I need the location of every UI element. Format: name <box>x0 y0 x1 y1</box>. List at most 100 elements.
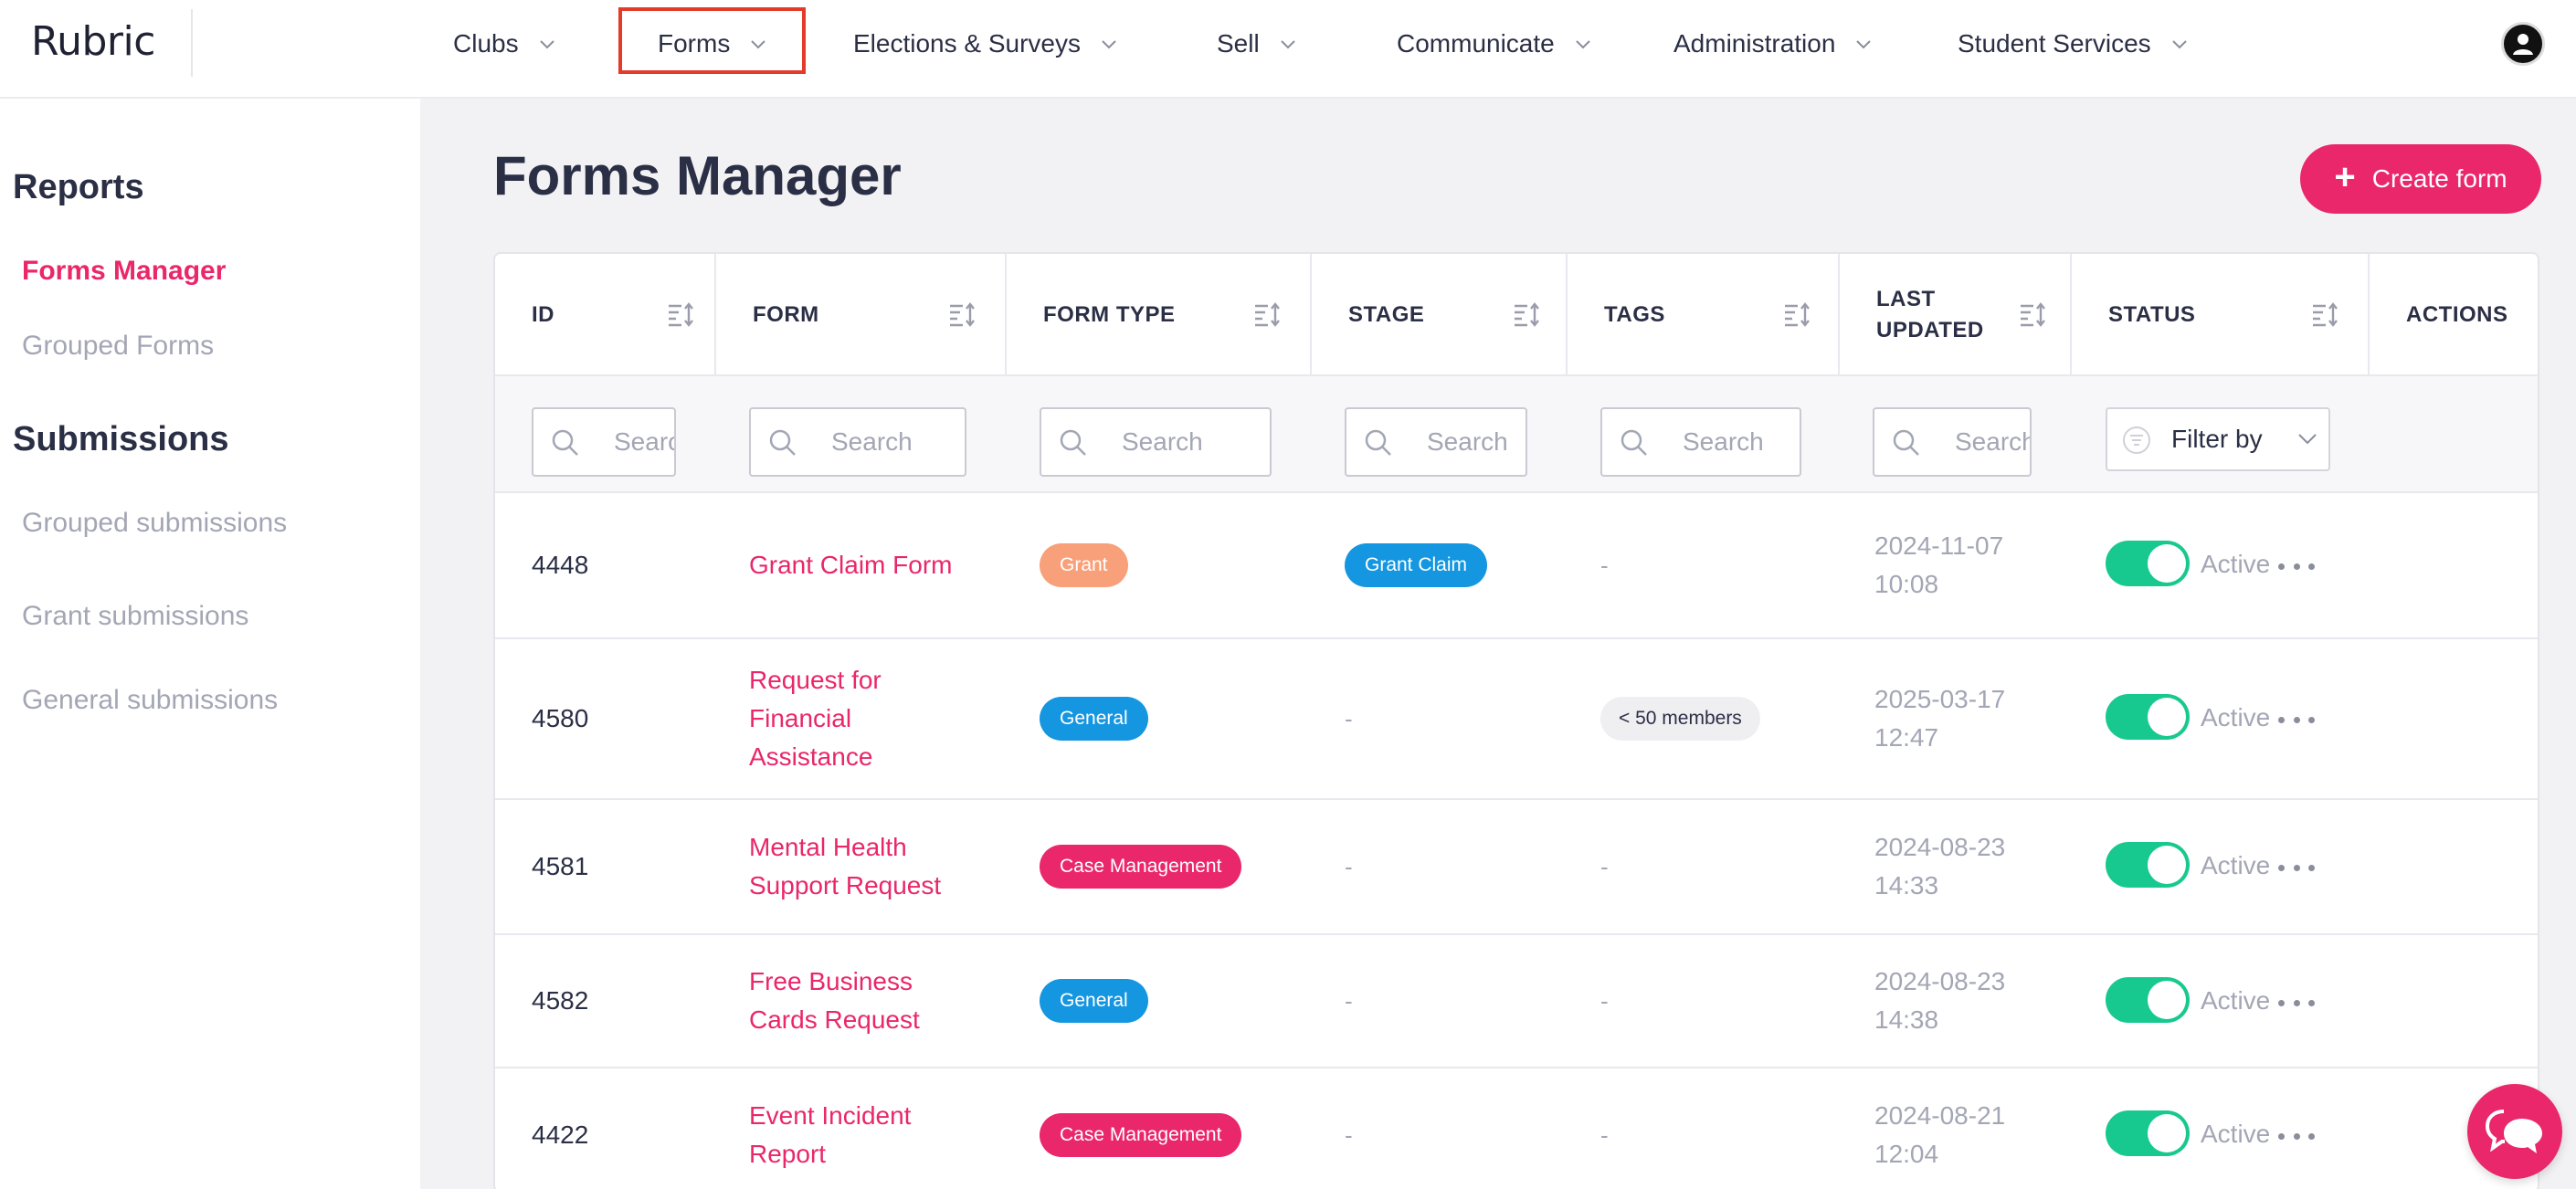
status-toggle[interactable] <box>2106 694 2190 740</box>
status-filter-select[interactable]: Filter by <box>2106 407 2330 471</box>
more-actions-icon[interactable] <box>2278 557 2315 575</box>
search-input[interactable] <box>831 409 965 475</box>
sort-icon[interactable] <box>2311 300 2340 329</box>
row-tags: < 50 members <box>1600 639 1760 798</box>
sort-icon[interactable] <box>1253 300 1283 329</box>
toggle-knob <box>2148 1114 2186 1152</box>
nav-item-clubs[interactable]: Clubs <box>453 0 555 88</box>
search-icon <box>1363 427 1394 458</box>
sidebar-heading-submissions: Submissions <box>13 420 229 458</box>
row-form-link[interactable]: Event Incident Report <box>749 1068 968 1189</box>
search-input[interactable] <box>1683 409 1800 475</box>
sidebar-item-grant-submissions[interactable]: Grant submissions <box>22 601 248 632</box>
more-actions-icon[interactable] <box>2278 994 2315 1012</box>
status-toggle[interactable] <box>2106 977 2190 1023</box>
status-toggle[interactable] <box>2106 842 2190 888</box>
column-header-tags: TAGS <box>1568 254 1840 376</box>
row-tags: - <box>1600 1068 1609 1189</box>
nav-item-communicate[interactable]: Communicate <box>1397 0 1591 88</box>
column-header-id: ID <box>495 254 716 376</box>
nav-label: Communicate <box>1397 29 1555 58</box>
more-actions-icon[interactable] <box>2278 858 2315 877</box>
toggle-knob <box>2148 544 2186 583</box>
nav-label: Student Services <box>1958 29 2151 58</box>
row-id: 4582 <box>532 986 589 1015</box>
search-last-updated-field[interactable] <box>1873 407 2032 477</box>
nav-item-student-services[interactable]: Student Services <box>1958 0 2188 88</box>
sidebar-item-grouped-submissions[interactable]: Grouped submissions <box>22 508 287 539</box>
sort-icon[interactable] <box>2019 300 2048 329</box>
search-form-field[interactable] <box>749 407 966 477</box>
sidebar-item-grouped-forms[interactable]: Grouped Forms <box>22 331 214 362</box>
chevron-down-icon <box>539 36 555 52</box>
search-input[interactable] <box>1955 409 2030 475</box>
row-form-type: General <box>1040 639 1148 798</box>
stage-empty: - <box>1345 704 1353 732</box>
column-label: STATUS <box>2108 302 2196 327</box>
row-form-link[interactable]: Grant Claim Form <box>749 493 968 637</box>
sidebar-item-general-submissions[interactable]: General submissions <box>22 685 278 716</box>
stage-badge: Grant Claim <box>1345 543 1488 587</box>
chevron-down-icon <box>1280 36 1296 52</box>
app-logo[interactable]: Rubric <box>31 18 155 65</box>
status-toggle[interactable] <box>2106 541 2190 586</box>
table-row: 4581 Mental Health Support Request Case … <box>495 800 2538 935</box>
chevron-down-icon <box>2171 36 2188 52</box>
sort-icon[interactable] <box>948 300 977 329</box>
updated-time: 12:47 <box>1874 723 1939 752</box>
row-stage: - <box>1345 800 1353 933</box>
create-form-button[interactable]: + Create form <box>2300 144 2541 214</box>
row-id: 4581 <box>532 852 589 880</box>
user-avatar-icon[interactable] <box>2501 22 2545 66</box>
toggle-knob <box>2148 846 2186 884</box>
sort-icon[interactable] <box>1783 300 1812 329</box>
chevron-down-icon <box>1855 36 1872 52</box>
status-text: Active <box>2201 1120 2271 1148</box>
search-tags-field[interactable] <box>1600 407 1801 477</box>
nav-item-sell[interactable]: Sell <box>1217 0 1296 88</box>
nav-item-administration[interactable]: Administration <box>1673 0 1872 88</box>
search-input[interactable] <box>1122 409 1270 475</box>
status-toggle[interactable] <box>2106 1110 2190 1156</box>
column-header-form: FORM <box>716 254 1007 376</box>
search-input[interactable] <box>1427 409 1526 475</box>
sidebar-item-forms-manager[interactable]: Forms Manager <box>22 256 226 287</box>
search-icon <box>1891 427 1922 458</box>
nav-label: Administration <box>1673 29 1836 58</box>
nav-label: Sell <box>1217 29 1260 58</box>
row-last-updated: 2024-11-07 10:08 <box>1874 493 2039 637</box>
search-icon <box>767 427 798 458</box>
form-type-badge: General <box>1040 697 1148 741</box>
status-text: Active <box>2201 703 2271 731</box>
row-tags: - <box>1600 800 1609 933</box>
more-actions-icon[interactable] <box>2278 710 2315 729</box>
row-stage: - <box>1345 935 1353 1067</box>
toggle-knob <box>2148 981 2186 1019</box>
search-input[interactable] <box>614 409 674 475</box>
row-form-link[interactable]: Mental Health Support Request <box>749 800 968 933</box>
search-id-field[interactable] <box>532 407 676 477</box>
column-label: FORM <box>753 302 819 327</box>
search-stage-field[interactable] <box>1345 407 1527 477</box>
nav-label: Clubs <box>453 29 519 58</box>
sort-icon[interactable] <box>1513 300 1542 329</box>
column-label: LAST UPDATED <box>1876 287 1984 342</box>
chat-support-icon[interactable] <box>2467 1084 2562 1179</box>
more-actions-icon[interactable] <box>2278 1127 2315 1145</box>
form-type-badge: Case Management <box>1040 845 1242 889</box>
row-form-type: Case Management <box>1040 1068 1242 1189</box>
filter-label: Filter by <box>2171 425 2263 453</box>
nav-item-elections-surveys[interactable]: Elections & Surveys <box>853 0 1117 88</box>
row-form-link[interactable]: Free Business Cards Request <box>749 935 968 1067</box>
search-form-type-field[interactable] <box>1040 407 1272 477</box>
sort-icon[interactable] <box>667 300 696 329</box>
updated-date: 2024-08-23 <box>1874 967 2006 995</box>
plus-icon: + <box>2334 157 2356 197</box>
row-stage: - <box>1345 1068 1353 1189</box>
column-label: ID <box>532 302 554 327</box>
row-form-link[interactable]: Request for Financial Assistance <box>749 639 968 798</box>
toggle-knob <box>2148 698 2186 736</box>
top-navigation: Rubric Clubs Forms Elections & Surveys S… <box>0 0 2576 99</box>
tags-empty: - <box>1600 986 1609 1015</box>
chevron-down-icon <box>1575 36 1591 52</box>
